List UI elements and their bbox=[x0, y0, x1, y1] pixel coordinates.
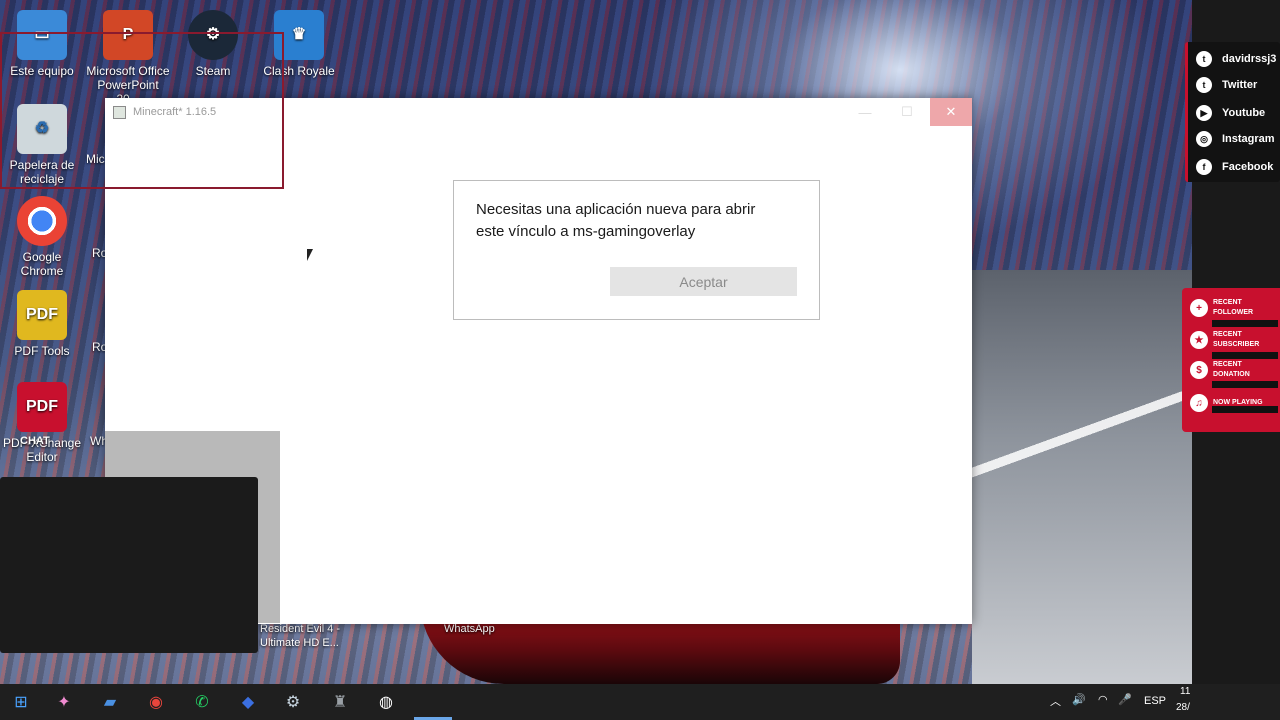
pdf-tools-icon: PDF bbox=[17, 290, 67, 340]
desktop-icon-whatsapp-label[interactable]: WhatsApp bbox=[444, 622, 495, 636]
desktop-icon-chrome[interactable]: Google Chrome bbox=[0, 196, 84, 278]
chrome-icon bbox=[17, 196, 67, 246]
microphone-icon[interactable]: 🎤 bbox=[1118, 693, 1132, 706]
social-label: Facebook bbox=[1222, 161, 1274, 173]
desktop-icon-partial-ro-1[interactable]: Ro bbox=[70, 246, 108, 260]
pdf-editor-icon: PDF bbox=[17, 382, 67, 432]
dialog-message: Necesitas una aplicación nueva para abri… bbox=[476, 201, 756, 240]
recent-label: RECENT DONATION bbox=[1213, 361, 1250, 378]
social-row-twitch: t davidrssj3 bbox=[1196, 50, 1276, 68]
maximize-button[interactable]: ☐ bbox=[886, 98, 928, 126]
tray-chevron-icon[interactable]: ︿ bbox=[1050, 693, 1061, 709]
social-row-youtube: ▶ Youtube bbox=[1196, 104, 1265, 122]
file-explorer-icon[interactable]: ▰ bbox=[96, 689, 124, 715]
social-row-facebook: f Facebook bbox=[1196, 158, 1273, 176]
clock-time[interactable]: 11 bbox=[1180, 686, 1190, 697]
follower-icon: + bbox=[1190, 299, 1208, 317]
twitch-icon: t bbox=[1196, 51, 1212, 67]
wifi-icon[interactable]: ◠ bbox=[1098, 693, 1108, 706]
now-playing-bar bbox=[1212, 406, 1278, 413]
desktop-icon-pdf-xchange[interactable]: PDF PDF-XChange Editor bbox=[0, 382, 84, 464]
chat-label: CHAT bbox=[20, 435, 50, 447]
whatsapp-taskbar-icon[interactable]: ✆ bbox=[188, 689, 216, 715]
recent-follower-bar bbox=[1212, 320, 1278, 327]
desktop-icon-label: Ro bbox=[92, 340, 108, 354]
subscriber-icon: ★ bbox=[1190, 331, 1208, 349]
social-row-instagram: ◎ Instagram bbox=[1196, 130, 1275, 148]
recent-subscriber-bar bbox=[1212, 352, 1278, 359]
accept-button[interactable]: Aceptar bbox=[610, 267, 797, 296]
desktop-icon-resident-evil-label[interactable]: Resident Evil 4 - Ultimate HD E... bbox=[260, 622, 350, 650]
desktop-icon-partial-wh[interactable]: Wh bbox=[68, 434, 108, 448]
social-label: davidrssj3 bbox=[1222, 53, 1277, 65]
social-label: Twitter bbox=[1222, 79, 1258, 91]
twitter-icon: t bbox=[1196, 77, 1212, 93]
close-button[interactable]: ✕ bbox=[930, 98, 972, 126]
minimize-button[interactable]: — bbox=[844, 98, 886, 126]
recent-label: RECENT SUBSCRIBER bbox=[1213, 331, 1260, 348]
recent-label: RECENT FOLLOWER bbox=[1213, 299, 1254, 316]
roblox-taskbar-icon[interactable]: ◆ bbox=[234, 689, 262, 715]
social-label: Youtube bbox=[1222, 107, 1266, 119]
overlay-webcam-frame bbox=[0, 32, 284, 189]
open-link-dialog: Necesitas una aplicación nueva para abri… bbox=[453, 180, 820, 320]
instagram-icon: ◎ bbox=[1196, 131, 1212, 147]
recent-follower: + RECENT FOLLOWER bbox=[1190, 298, 1271, 318]
wallpaper-track bbox=[972, 270, 1192, 684]
chrome-taskbar-icon[interactable]: ◉ bbox=[142, 689, 170, 715]
mouse-cursor-icon bbox=[307, 249, 319, 261]
steam-taskbar-icon[interactable]: ⚙ bbox=[279, 689, 307, 715]
language-indicator[interactable]: ESP bbox=[1144, 695, 1166, 707]
recent-donation: $ RECENT DONATION bbox=[1190, 360, 1271, 380]
desktop-icon-label: Wh bbox=[90, 434, 108, 448]
desktop-icon-label: Ro bbox=[92, 246, 108, 260]
windows-start-icon[interactable]: ⊞ bbox=[7, 689, 35, 715]
overlay-chat-box bbox=[0, 477, 258, 653]
minecraft-dungeons-taskbar-icon[interactable]: ♜ bbox=[326, 689, 354, 715]
recent-subscriber: ★ RECENT SUBSCRIBER bbox=[1190, 330, 1271, 350]
desktop-icon-partial-ro-2[interactable]: Ro bbox=[70, 340, 108, 354]
facebook-icon: f bbox=[1196, 159, 1212, 175]
donation-icon: $ bbox=[1190, 361, 1208, 379]
obs-taskbar-icon[interactable]: ◍ bbox=[372, 689, 400, 715]
clock-date[interactable]: 28/ bbox=[1176, 702, 1190, 713]
social-label: Instagram bbox=[1222, 133, 1275, 145]
social-row-twitter: t Twitter bbox=[1196, 76, 1257, 94]
copilot-icon[interactable]: ✦ bbox=[50, 689, 78, 715]
volume-icon[interactable]: 🔊 bbox=[1072, 693, 1086, 706]
music-icon: ♫ bbox=[1190, 394, 1208, 412]
youtube-icon: ▶ bbox=[1196, 105, 1212, 121]
recent-donation-bar bbox=[1212, 381, 1278, 388]
